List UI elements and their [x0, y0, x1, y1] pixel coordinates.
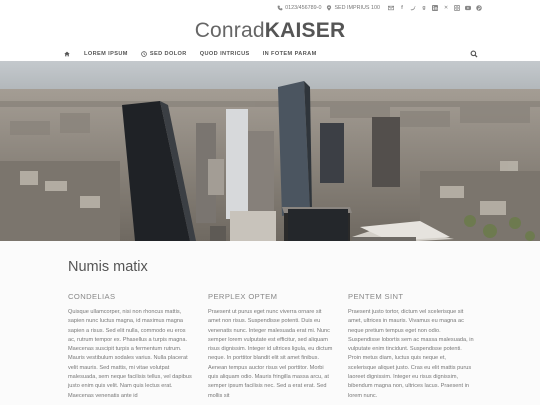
nav-item-label: IN FOTEM PARAM	[262, 51, 317, 57]
phone-icon	[277, 5, 283, 11]
content-column-1: CONDELIAS Quisque ullamcorper, nisi non …	[68, 292, 194, 401]
logo-text-light: Conrad	[194, 19, 265, 42]
content-section: Numis matix CONDELIAS Quisque ullamcorpe…	[0, 241, 540, 405]
section-headline: Numis matix	[68, 259, 148, 275]
hero-image	[0, 61, 540, 241]
nav-item-label: QUOD INTRICUS	[199, 51, 250, 57]
youtube-icon[interactable]	[465, 5, 471, 11]
column-title: CONDELIAS	[68, 292, 116, 301]
map-pin-icon	[327, 5, 332, 11]
mail-icon[interactable]	[388, 5, 394, 11]
instagram-icon[interactable]	[454, 5, 460, 11]
nav-item-sed-dolor[interactable]: SED DOLOR	[141, 51, 187, 57]
topbar: 0123/456789-0 SED IMPRIUS 100 f g ✕	[277, 2, 482, 14]
city-skyline-image	[0, 61, 540, 241]
search-icon[interactable]	[470, 50, 478, 58]
column-text: Praesent ut purus eget nunc viverra orna…	[208, 309, 333, 399]
phone-number: 0123/456789-0	[285, 5, 322, 11]
content-column-2: PERPLEX OPTEM Praesent ut purus eget nun…	[208, 292, 334, 401]
main-navigation: LOREM IPSUM SED DOLOR QUOD INTRICUS IN F…	[60, 48, 480, 60]
nav-item-label: SED DOLOR	[149, 51, 187, 57]
phone-contact[interactable]: 0123/456789-0	[277, 5, 321, 11]
nav-item-quod-intricus[interactable]: QUOD INTRICUS	[200, 51, 250, 57]
site-logo[interactable]: ConradKAISER	[0, 19, 540, 43]
home-icon[interactable]	[63, 50, 71, 58]
xing-icon[interactable]: ✕	[443, 5, 449, 11]
nav-item-in-fotem-param[interactable]: IN FOTEM PARAM	[263, 51, 317, 57]
column-title: PERPLEX OPTEM	[208, 292, 278, 301]
column-text: Quisque ullamcorper, nisi non rhoncus ma…	[68, 309, 192, 399]
nav-item-lorem-ipsum[interactable]: LOREM IPSUM	[84, 51, 128, 57]
column-text: Praesent justo tortor, dictum vel sceler…	[348, 309, 474, 399]
nav-item-label: LOREM IPSUM	[84, 51, 128, 57]
clock-icon	[141, 51, 147, 57]
content-column-3: PENTEM SINT Praesent justo tortor, dictu…	[348, 292, 474, 401]
linkedin-icon[interactable]	[432, 5, 438, 11]
social-links: f g ✕	[388, 5, 482, 11]
column-title: PENTEM SINT	[348, 292, 404, 301]
facebook-icon[interactable]: f	[399, 5, 405, 11]
pinterest-icon[interactable]	[476, 5, 482, 11]
address-contact[interactable]: SED IMPRIUS 100	[326, 5, 380, 11]
logo-text-bold: KAISER	[264, 19, 346, 42]
address-text: SED IMPRIUS 100	[334, 5, 380, 11]
twitter-icon[interactable]	[410, 5, 416, 11]
google-plus-icon[interactable]: g	[421, 5, 427, 11]
